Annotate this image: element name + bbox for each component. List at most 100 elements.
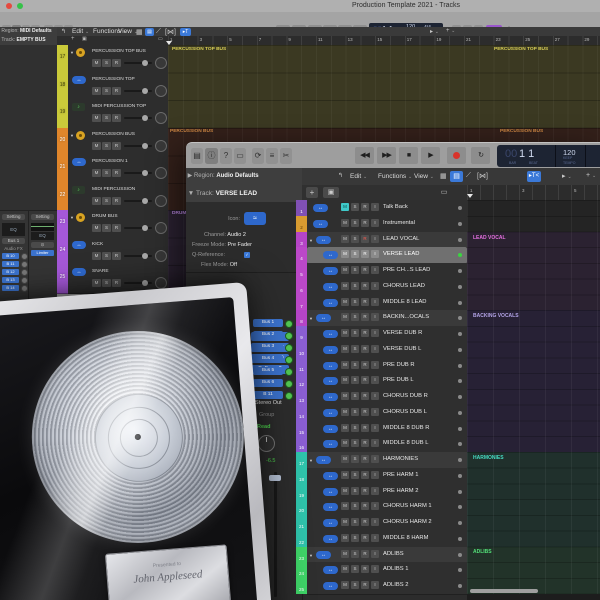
strip-eq-curve[interactable]	[31, 223, 54, 231]
mute-button[interactable]: M	[341, 282, 349, 290]
input-monitor-button[interactable]: I	[371, 298, 379, 306]
solo-button[interactable]: S	[351, 534, 359, 542]
library-icon[interactable]: ▤	[191, 148, 203, 164]
pan-knob[interactable]	[155, 250, 167, 262]
bg-region-percussion-top-bus[interactable]	[168, 45, 600, 128]
track-color-cell[interactable]: 13	[296, 389, 307, 405]
input-monitor-button[interactable]: I	[371, 235, 379, 243]
send-bus-slot[interactable]: B 11	[253, 391, 283, 399]
track-color-cell[interactable]: 7	[296, 295, 307, 311]
mute-button[interactable]: M	[341, 439, 349, 447]
solo-button[interactable]: S	[351, 487, 359, 495]
solo-button[interactable]: S	[351, 345, 359, 353]
send-knob[interactable]	[285, 380, 293, 388]
record-enable-button[interactable]: R	[361, 392, 369, 400]
solo-button[interactable]: S	[102, 87, 111, 95]
record-enable-button[interactable]: R	[112, 252, 121, 260]
disclosure-triangle-icon[interactable]: ▼	[309, 553, 313, 558]
track-color-cell[interactable]: 18	[296, 468, 307, 484]
track-name[interactable]: MIDDLE 8 LEAD	[383, 299, 427, 305]
record-enable-button[interactable]: R	[361, 534, 369, 542]
track-row[interactable]: ↔MSRIPRE HARM 1	[307, 468, 467, 485]
track-row[interactable]: ↔MSRIPRE CH...S LEAD	[307, 263, 467, 280]
fg-playhead-icon[interactable]	[467, 194, 473, 198]
track-color-cell[interactable]: 16	[296, 436, 307, 452]
record-enable-button[interactable]: R	[361, 219, 369, 227]
record-ready-dot[interactable]	[458, 253, 462, 257]
track-icon-waveform[interactable]: ≈	[244, 212, 266, 225]
mute-button[interactable]: M	[92, 169, 101, 177]
track-row[interactable]: ↔MSRIMIDDLE 8 LEAD	[307, 295, 467, 312]
track-color-cell[interactable]: 17	[296, 452, 307, 468]
mute-button[interactable]: M	[341, 313, 349, 321]
volume-knob[interactable]	[142, 60, 148, 66]
track-name[interactable]: VERSE DUB R	[383, 330, 422, 336]
track-name[interactable]: CHORUS HARM 1	[383, 503, 432, 509]
q-reference-param[interactable]: Q-Reference:	[192, 252, 225, 258]
track-color-cell[interactable]: 21	[296, 515, 307, 531]
track-color-cell[interactable]: 24	[57, 238, 68, 267]
record-ready-dot[interactable]	[458, 505, 462, 509]
input-monitor-button[interactable]: I	[371, 408, 379, 416]
disclosure-triangle-icon[interactable]: ▼	[70, 50, 74, 55]
track-color-cell[interactable]: 8	[296, 310, 307, 326]
automation-icon[interactable]: ⟋	[156, 28, 161, 36]
record-ready-dot[interactable]	[458, 458, 462, 462]
record-ready-dot[interactable]	[458, 584, 462, 588]
track-row[interactable]: ↔MSRIADLIBS 2	[307, 578, 467, 595]
input-monitor-button[interactable]: I	[371, 392, 379, 400]
track-name[interactable]: LEAD VOCAL	[383, 236, 419, 242]
strip-setting-button[interactable]: Setting	[31, 214, 54, 220]
fg-region-harmonies[interactable]	[467, 452, 600, 547]
list-view-icon[interactable]: ▤	[450, 171, 463, 182]
record-ready-dot[interactable]	[458, 269, 462, 273]
track-name[interactable]: CHORUS DUB R	[383, 393, 428, 399]
solo-button[interactable]: S	[102, 252, 111, 260]
fg-menu-edit[interactable]: Edit ⌄	[350, 173, 367, 180]
send-knob[interactable]	[21, 261, 28, 268]
mute-button[interactable]: M	[92, 224, 101, 232]
mute-button[interactable]: M	[341, 298, 349, 306]
bg-track-row[interactable]: ▼PERCUSSION BUSMSR	[68, 128, 168, 157]
track-name[interactable]: CHORUS LEAD	[383, 283, 425, 289]
fader-groove[interactable]	[274, 472, 277, 597]
fg-track-header[interactable]: ▼ Track: VERSE LEAD	[186, 185, 302, 203]
record-enable-button[interactable]: R	[112, 87, 121, 95]
record-enable-button[interactable]: R	[112, 59, 121, 67]
input-monitor-button[interactable]: I	[371, 487, 379, 495]
scissors-icon[interactable]: ✂	[280, 148, 292, 164]
record-ready-dot[interactable]	[458, 285, 462, 289]
solo-button[interactable]: S	[351, 203, 359, 211]
track-color-cell[interactable]: 25	[57, 265, 68, 294]
record-button[interactable]	[447, 147, 466, 164]
track-row[interactable]: ▼↔MSRIADLIBS	[307, 547, 467, 564]
solo-button[interactable]: S	[351, 471, 359, 479]
fg-region-header[interactable]: ▶ Region: Audio Defaults	[186, 168, 302, 186]
pan-knob[interactable]	[155, 57, 167, 69]
input-monitor-button[interactable]: I	[371, 502, 379, 510]
pan-knob[interactable]	[155, 222, 167, 234]
track-row[interactable]: ↔MSRIADLIBS 1	[307, 562, 467, 579]
fg-lcd-display[interactable]: 00 1 1 BAR BEAT 120 KEEP TEMPO	[497, 145, 600, 167]
solo-button[interactable]: S	[351, 250, 359, 258]
record-ready-dot[interactable]	[458, 301, 462, 305]
track-color-cell[interactable]: 22	[296, 531, 307, 547]
record-enable-button[interactable]: R	[361, 471, 369, 479]
input-monitor-button[interactable]: I	[371, 282, 379, 290]
record-enable-button[interactable]: R	[361, 455, 369, 463]
bg-menu-view[interactable]: View ⌄	[118, 28, 138, 35]
flex-icon[interactable]: [⋈]	[165, 28, 176, 36]
solo-button[interactable]: S	[351, 565, 359, 573]
track-color-cell[interactable]: 12	[296, 373, 307, 389]
track-name[interactable]: MIDI PERCUSSION TOP	[92, 104, 146, 109]
send-bus-slot[interactable]: Bus 5	[253, 367, 283, 375]
track-row[interactable]: ↔MSRIMIDDLE 8 HARM	[307, 531, 467, 548]
horizontal-scrollbar[interactable]	[470, 589, 538, 593]
solo-button[interactable]: S	[351, 550, 359, 558]
pan-knob[interactable]	[155, 195, 167, 207]
catch-playhead-icon[interactable]: ▸T	[180, 28, 191, 36]
fg-menu-functions[interactable]: Functions ⌄	[378, 173, 412, 180]
bg-menu-edit[interactable]: Edit ⌄	[72, 28, 89, 35]
track-row[interactable]: ↔MSRIVERSE DUB R	[307, 326, 467, 343]
solo-button[interactable]: S	[351, 235, 359, 243]
